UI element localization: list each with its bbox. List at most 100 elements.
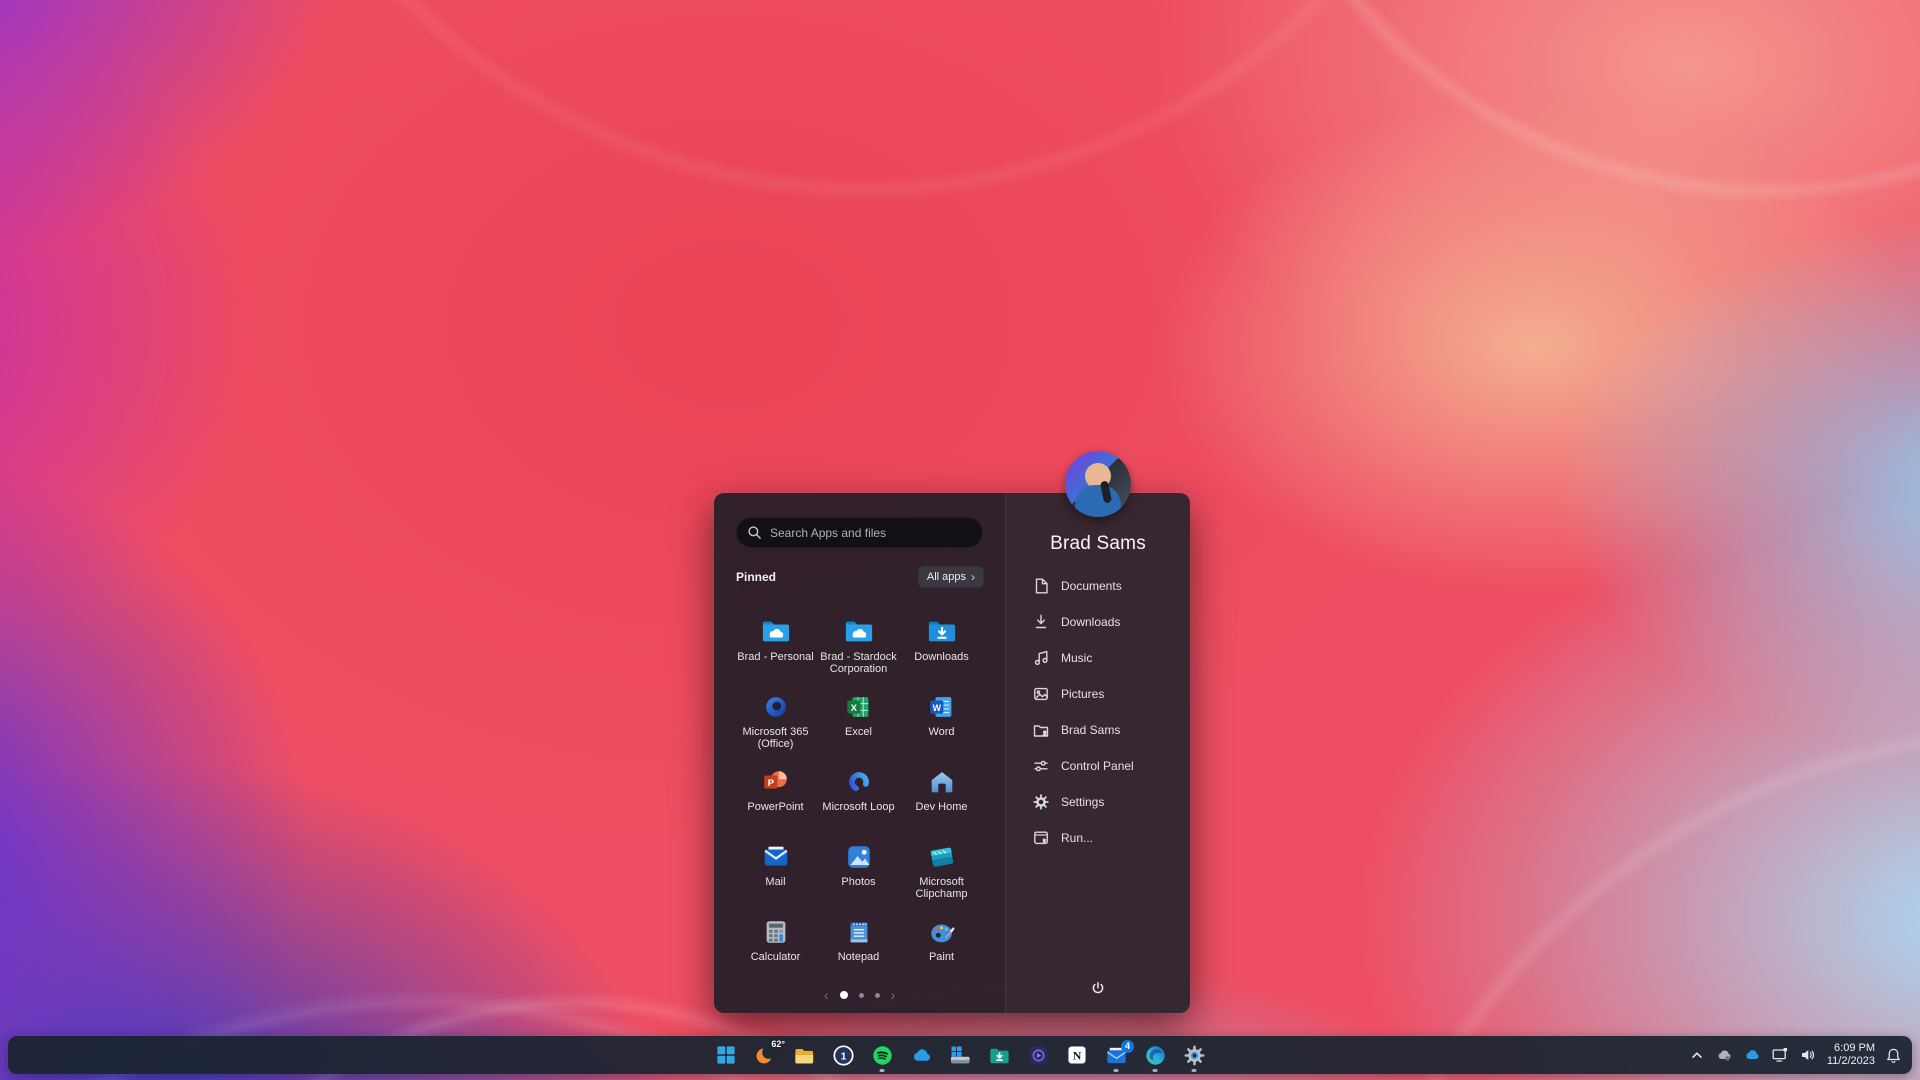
- display-connect-icon: [1772, 1048, 1787, 1062]
- downloads-folder-button[interactable]: [986, 1036, 1012, 1074]
- pinned-app-grid: Brad - Personal Brad - Stardock Corporat…: [734, 617, 983, 992]
- onedrive-tray-button[interactable]: [1743, 1036, 1761, 1074]
- 1password-button[interactable]: 1: [830, 1036, 856, 1074]
- notification-center-button[interactable]: [1885, 1036, 1902, 1074]
- onedrive-folder-icon: [845, 621, 872, 642]
- storage-drive-icon: [951, 1046, 970, 1064]
- onedrive-button[interactable]: [908, 1036, 934, 1074]
- search-input[interactable]: [770, 525, 972, 540]
- power-icon: [1092, 981, 1104, 994]
- link-user-folder[interactable]: Brad Sams: [1006, 712, 1190, 748]
- picture-icon: [1034, 687, 1048, 701]
- app-excel[interactable]: X Excel: [817, 692, 900, 767]
- dev-home-icon: [931, 772, 952, 793]
- volume-tray-button[interactable]: [1799, 1036, 1817, 1074]
- desktop: Pinned All apps › Brad - Personal: [0, 0, 1920, 1080]
- notion-icon: N: [1068, 1046, 1086, 1064]
- mail-unread-badge: 4: [1121, 1040, 1134, 1053]
- link-control-panel[interactable]: Control Panel: [1006, 748, 1190, 784]
- app-brad-stardock[interactable]: Brad - Stardock Corporation: [817, 617, 900, 692]
- onedrive-icon: [913, 1049, 930, 1061]
- weather-widget[interactable]: 62°: [752, 1036, 785, 1074]
- cloud-sync-icon: [1718, 1050, 1731, 1061]
- loop-icon: [848, 772, 869, 792]
- app-mail[interactable]: Mail: [734, 842, 817, 917]
- word-icon: W: [929, 697, 951, 717]
- link-documents[interactable]: Documents: [1006, 568, 1190, 604]
- display-connect-tray-button[interactable]: [1771, 1036, 1789, 1074]
- weather-temperature: 62°: [771, 1039, 785, 1049]
- app-microsoft-365[interactable]: Microsoft 365 (Office): [734, 692, 817, 767]
- link-run[interactable]: Run...: [1006, 820, 1190, 856]
- running-indicator: [1113, 1069, 1119, 1072]
- taskbar-clock[interactable]: 6:09 PM 11/2/2023: [1827, 1042, 1875, 1068]
- pager-prev-icon[interactable]: ‹: [824, 988, 829, 1002]
- spotify-icon: [872, 1045, 892, 1065]
- svg-text:1: 1: [840, 1050, 846, 1062]
- app-photos[interactable]: Photos: [817, 842, 900, 917]
- search-box[interactable]: [736, 517, 983, 548]
- notion-button[interactable]: N: [1064, 1036, 1090, 1074]
- search-icon: [748, 526, 761, 539]
- storage-drive-button[interactable]: [947, 1036, 973, 1074]
- running-indicator: [1191, 1069, 1197, 1072]
- paint-icon: [930, 924, 954, 943]
- user-name: Brad Sams: [1050, 533, 1146, 554]
- media-app-icon: [1029, 1046, 1047, 1064]
- calculator-icon: [766, 921, 785, 943]
- gear-icon: [1184, 1045, 1204, 1065]
- spotify-button[interactable]: [869, 1036, 895, 1074]
- chevron-up-icon: [1692, 1052, 1702, 1058]
- app-microsoft-loop[interactable]: Microsoft Loop: [817, 767, 900, 842]
- clock-date: 11/2/2023: [1826, 1055, 1875, 1067]
- notepad-icon: [850, 922, 867, 943]
- app-dev-home[interactable]: Dev Home: [900, 767, 983, 842]
- app-microsoft-clipchamp[interactable]: Microsoft Clipchamp: [900, 842, 983, 917]
- start-menu-user-panel: Brad Sams Documents Downloads Music Pict…: [1005, 451, 1190, 1013]
- downloads-teal-folder-icon: [989, 1048, 1009, 1063]
- power-button[interactable]: [1079, 971, 1117, 1005]
- app-powerpoint[interactable]: P PowerPoint: [734, 767, 817, 842]
- pager-dot-1[interactable]: [839, 991, 848, 999]
- pinned-pager: ‹ ›: [714, 987, 1005, 1003]
- app-notepad[interactable]: Notepad: [817, 917, 900, 992]
- excel-icon: X: [846, 697, 868, 717]
- sliders-icon: [1034, 760, 1048, 772]
- mail-button[interactable]: 4: [1103, 1036, 1134, 1074]
- link-downloads[interactable]: Downloads: [1006, 604, 1190, 640]
- app-calculator[interactable]: Calculator: [734, 917, 817, 992]
- downloads-folder-icon: [928, 621, 955, 642]
- bell-icon: [1887, 1048, 1900, 1063]
- onedrive-icon: [1746, 1050, 1759, 1059]
- cloud-sync-tray-button[interactable]: [1715, 1036, 1733, 1074]
- app-paint[interactable]: Paint: [900, 917, 983, 992]
- media-app-button[interactable]: [1025, 1036, 1051, 1074]
- pager-dot-2[interactable]: [858, 992, 864, 998]
- pager-next-icon[interactable]: ›: [891, 988, 896, 1002]
- pinned-label: Pinned: [736, 570, 777, 584]
- svg-text:P: P: [767, 778, 773, 788]
- settings-button[interactable]: [1181, 1036, 1207, 1074]
- speaker-icon: [1801, 1050, 1814, 1060]
- app-word[interactable]: W Word: [900, 692, 983, 767]
- document-icon: [1035, 578, 1048, 594]
- microsoft-365-icon: [765, 697, 786, 717]
- all-apps-button[interactable]: All apps ›: [918, 567, 983, 587]
- start-button[interactable]: [713, 1036, 739, 1074]
- 1password-icon: 1: [832, 1044, 854, 1066]
- svg-text:W: W: [932, 703, 941, 713]
- edge-button[interactable]: [1142, 1036, 1168, 1074]
- link-pictures[interactable]: Pictures: [1006, 676, 1190, 712]
- user-avatar[interactable]: [1065, 451, 1131, 517]
- app-downloads[interactable]: Downloads: [900, 617, 983, 692]
- link-settings[interactable]: Settings: [1006, 784, 1190, 820]
- app-brad-personal[interactable]: Brad - Personal: [734, 617, 817, 692]
- user-links: Documents Downloads Music Pictures Brad …: [1006, 568, 1190, 856]
- link-music[interactable]: Music: [1006, 640, 1190, 676]
- mail-icon: [763, 846, 788, 866]
- powerpoint-icon: P: [763, 771, 787, 789]
- pager-dot-3[interactable]: [874, 992, 880, 998]
- hidden-icons-button[interactable]: [1689, 1036, 1705, 1074]
- file-explorer-button[interactable]: [791, 1036, 817, 1074]
- clock-time: 6:09 PM: [1834, 1042, 1875, 1054]
